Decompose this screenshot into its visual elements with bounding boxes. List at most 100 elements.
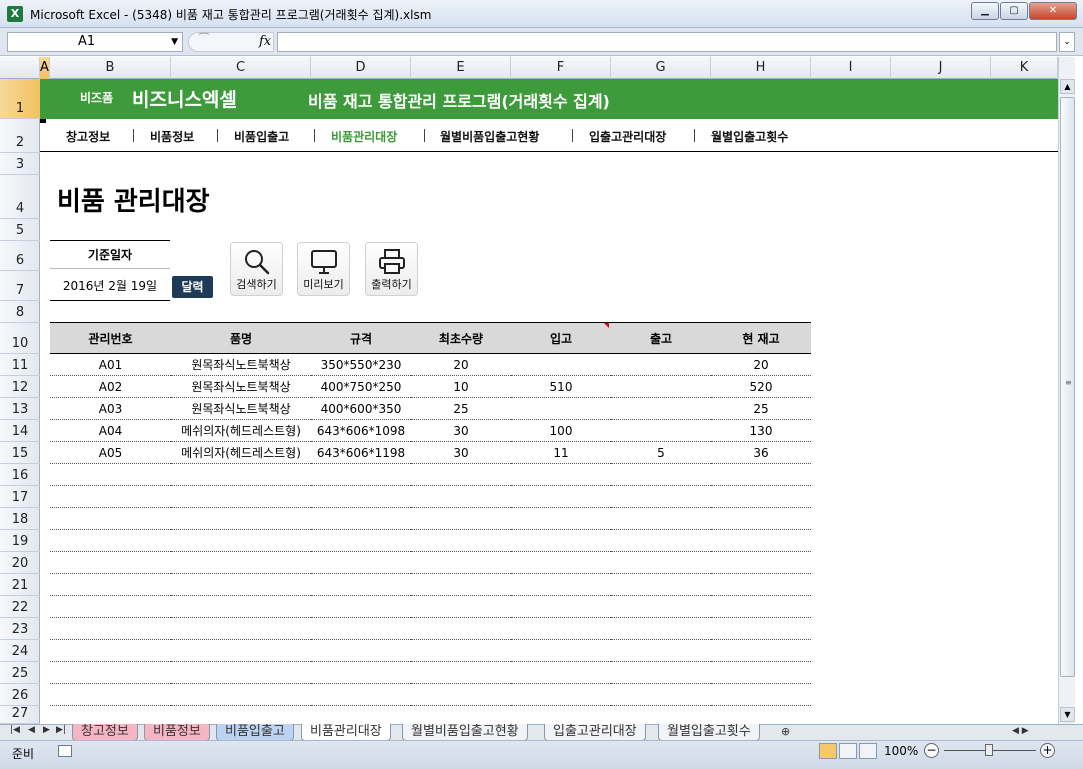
table-cell[interactable]: [411, 617, 511, 640]
table-cell[interactable]: 100: [511, 419, 611, 442]
header-name[interactable]: 품명: [171, 322, 311, 354]
header-out[interactable]: 출고: [611, 322, 711, 354]
row-header[interactable]: 5: [0, 219, 40, 241]
table-cell[interactable]: [171, 639, 311, 662]
normal-view-button[interactable]: [819, 743, 837, 759]
table-cell[interactable]: [711, 661, 811, 684]
table-cell[interactable]: [411, 485, 511, 508]
table-cell[interactable]: [511, 485, 611, 508]
header-spec[interactable]: 규격: [311, 322, 411, 354]
table-cell[interactable]: [711, 683, 811, 706]
table-cell[interactable]: [511, 595, 611, 618]
table-cell[interactable]: [711, 463, 811, 486]
zoom-in-button[interactable]: +: [1040, 743, 1055, 758]
table-cell[interactable]: [171, 485, 311, 508]
table-cell[interactable]: [611, 573, 711, 596]
column-header[interactable]: D: [311, 57, 411, 79]
table-cell[interactable]: [411, 595, 511, 618]
table-cell[interactable]: 5: [611, 441, 711, 464]
table-cell[interactable]: [611, 485, 711, 508]
column-header[interactable]: H: [711, 57, 811, 79]
nav-inout-ledger[interactable]: 입출고관리대장: [589, 128, 666, 145]
table-cell[interactable]: [611, 353, 711, 376]
column-header[interactable]: C: [171, 57, 311, 79]
table-cell[interactable]: [711, 595, 811, 618]
scroll-up-button[interactable]: ▲: [1060, 79, 1075, 94]
table-cell[interactable]: [50, 595, 171, 618]
table-cell[interactable]: 메쉬의자(헤드레스트형): [171, 441, 311, 464]
first-sheet-icon[interactable]: |◀: [10, 725, 20, 735]
row-header[interactable]: 16: [0, 464, 40, 486]
table-cell[interactable]: [611, 529, 711, 552]
chevron-down-icon[interactable]: ▼: [171, 33, 178, 51]
table-cell[interactable]: [611, 705, 711, 724]
sheet-tab[interactable]: 창고정보: [72, 724, 138, 741]
table-cell[interactable]: [411, 661, 511, 684]
column-header[interactable]: A: [40, 57, 50, 79]
row-header[interactable]: 1: [0, 79, 40, 119]
minimize-button[interactable]: ▁: [971, 2, 999, 20]
table-cell[interactable]: [711, 507, 811, 530]
table-cell[interactable]: [171, 705, 311, 724]
table-cell[interactable]: [611, 397, 711, 420]
table-cell[interactable]: [611, 683, 711, 706]
table-cell[interactable]: [611, 595, 711, 618]
table-cell[interactable]: [311, 551, 411, 574]
maximize-button[interactable]: ▢: [1000, 2, 1028, 20]
table-cell[interactable]: [511, 463, 611, 486]
nav-item-ledger[interactable]: 비품관리대장: [331, 128, 397, 145]
table-cell[interactable]: [171, 507, 311, 530]
table-cell[interactable]: [50, 485, 171, 508]
table-cell[interactable]: [311, 617, 411, 640]
row-header[interactable]: 12: [0, 376, 40, 398]
header-stock[interactable]: 현 재고: [711, 322, 811, 354]
table-cell[interactable]: [50, 683, 171, 706]
row-header[interactable]: 26: [0, 684, 40, 706]
scroll-thumb[interactable]: ≡: [1060, 97, 1075, 677]
row-header[interactable]: 8: [0, 301, 40, 323]
table-cell[interactable]: [171, 551, 311, 574]
expand-formula-button[interactable]: ⌄: [1059, 32, 1075, 52]
column-header[interactable]: J: [891, 57, 991, 79]
table-cell[interactable]: [611, 661, 711, 684]
row-header[interactable]: 10: [0, 323, 40, 354]
table-cell[interactable]: [311, 529, 411, 552]
table-cell[interactable]: 25: [411, 397, 511, 420]
column-header[interactable]: G: [611, 57, 711, 79]
table-cell[interactable]: 30: [411, 419, 511, 442]
column-header[interactable]: F: [511, 57, 611, 79]
prev-sheet-icon[interactable]: ◀: [28, 725, 35, 735]
table-cell[interactable]: [711, 551, 811, 574]
table-cell[interactable]: [511, 529, 611, 552]
zoom-slider-thumb[interactable]: [985, 744, 993, 756]
table-cell[interactable]: [171, 661, 311, 684]
table-cell[interactable]: [311, 705, 411, 724]
table-cell[interactable]: 20: [711, 353, 811, 376]
row-header[interactable]: 18: [0, 508, 40, 530]
insert-sheet-icon[interactable]: ⊕: [781, 725, 790, 738]
table-cell[interactable]: A02: [50, 375, 171, 398]
table-cell[interactable]: [411, 573, 511, 596]
sheet-tab[interactable]: 월별입출고횟수: [658, 724, 760, 741]
nav-monthly-item-status[interactable]: 월별비품입출고현황: [440, 128, 539, 145]
next-sheet-icon[interactable]: ▶: [43, 725, 50, 735]
table-cell[interactable]: [311, 507, 411, 530]
table-cell[interactable]: [511, 397, 611, 420]
sheet-tab[interactable]: 비품입출고: [216, 724, 294, 741]
table-cell[interactable]: 643*606*1198: [311, 441, 411, 464]
column-header[interactable]: K: [991, 57, 1058, 79]
row-header[interactable]: 15: [0, 442, 40, 464]
table-cell[interactable]: [511, 705, 611, 724]
table-cell[interactable]: 520: [711, 375, 811, 398]
row-header[interactable]: 3: [0, 153, 40, 175]
header-id[interactable]: 관리번호: [50, 322, 171, 354]
table-cell[interactable]: [511, 573, 611, 596]
nav-item-info[interactable]: 비품정보: [150, 128, 194, 145]
scroll-down-button[interactable]: ▼: [1060, 707, 1075, 722]
comment-indicator[interactable]: [604, 323, 609, 328]
preview-button[interactable]: 미리보기: [297, 242, 350, 296]
table-cell[interactable]: 원목좌식노트북책상: [171, 397, 311, 420]
row-header[interactable]: 22: [0, 596, 40, 618]
table-cell[interactable]: 20: [411, 353, 511, 376]
table-cell[interactable]: [711, 529, 811, 552]
